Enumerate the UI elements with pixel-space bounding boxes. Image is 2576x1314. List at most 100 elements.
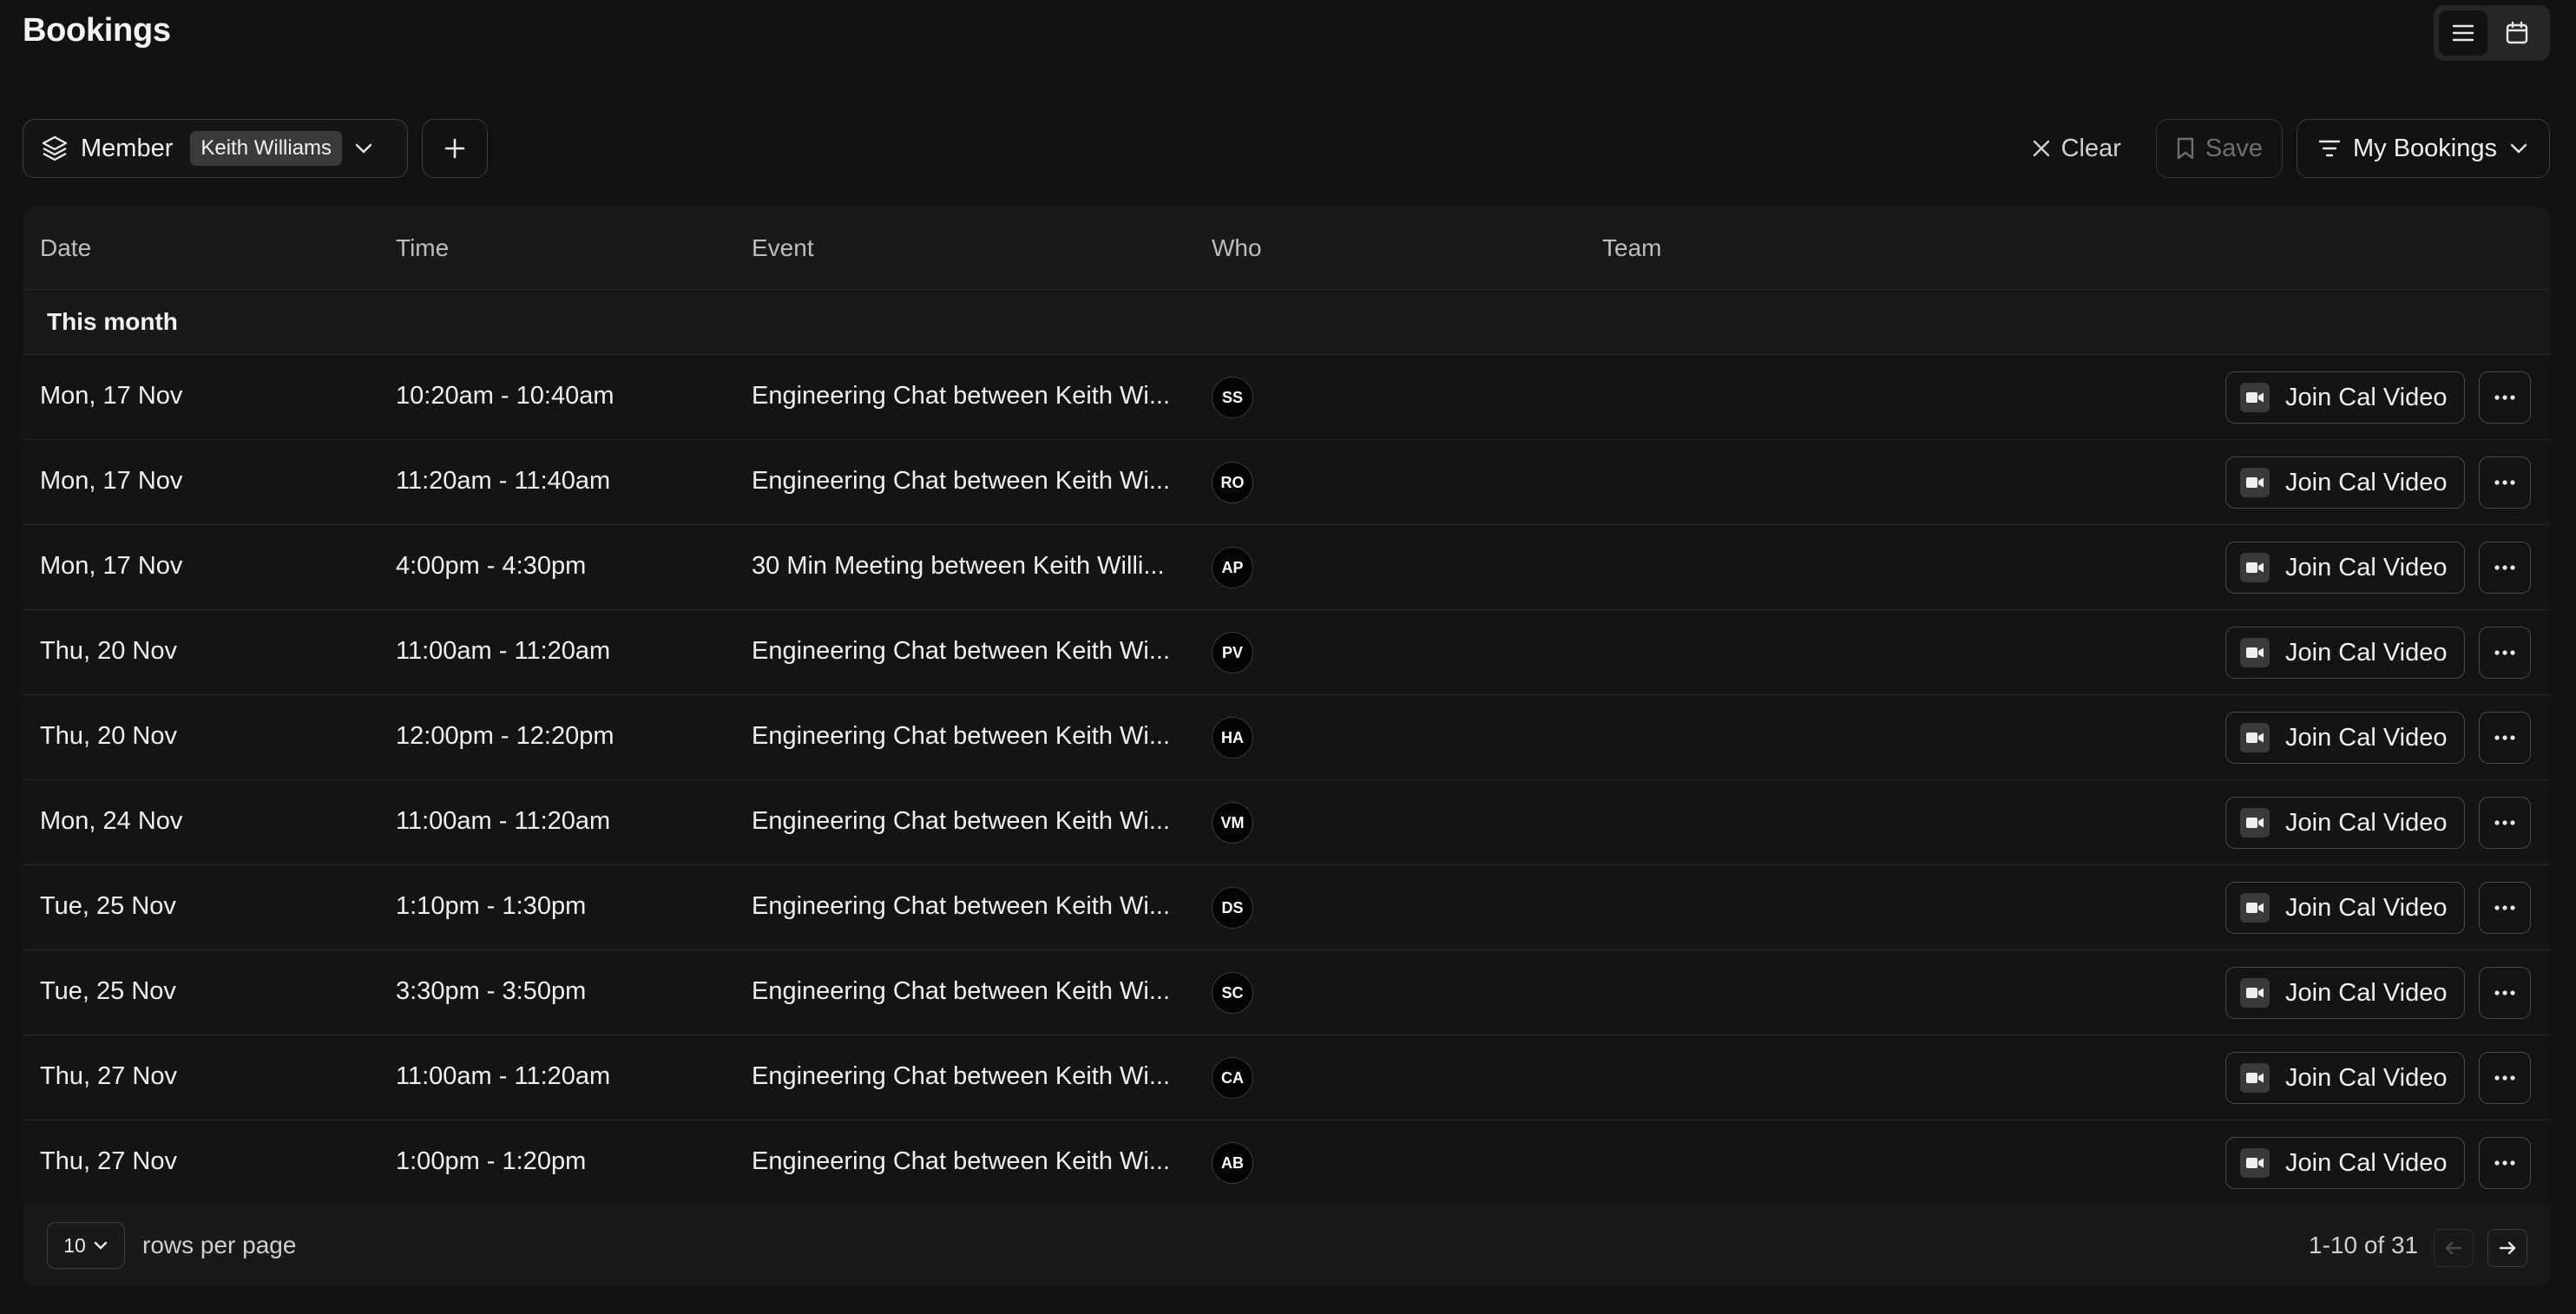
join-cal-video-button[interactable]: Join Cal Video <box>2225 627 2465 679</box>
more-actions-button[interactable] <box>2479 967 2531 1019</box>
clear-button[interactable]: Clear <box>2011 119 2142 178</box>
save-button[interactable]: Save <box>2155 119 2283 178</box>
table-row[interactable]: Mon, 17 Nov 10:20am - 10:40am Engineerin… <box>23 355 2550 440</box>
more-horizontal-icon <box>2494 649 2516 656</box>
more-horizontal-icon <box>2494 564 2516 571</box>
booking-time: 11:00am - 11:20am <box>396 1062 611 1090</box>
table-row[interactable]: Thu, 20 Nov 11:00am - 11:20am Engineerin… <box>23 610 2550 695</box>
video-camera-icon <box>2240 553 2270 582</box>
more-actions-button[interactable] <box>2479 797 2531 849</box>
booking-date: Mon, 17 Nov <box>40 467 183 495</box>
join-cal-video-button[interactable]: Join Cal Video <box>2225 542 2465 594</box>
join-cal-video-button[interactable]: Join Cal Video <box>2225 797 2465 849</box>
page-size-select[interactable]: 10 <box>47 1222 125 1269</box>
next-page-button[interactable] <box>2487 1229 2527 1267</box>
attendee-avatar[interactable]: RO <box>1212 462 1253 503</box>
more-actions-button[interactable] <box>2479 1052 2531 1104</box>
attendee-avatar[interactable]: SC <box>1212 972 1253 1014</box>
table-row[interactable]: Thu, 20 Nov 12:00pm - 12:20pm Engineerin… <box>23 695 2550 780</box>
join-cal-video-button[interactable]: Join Cal Video <box>2225 712 2465 764</box>
more-actions-button[interactable] <box>2479 457 2531 509</box>
table-row[interactable]: Mon, 24 Nov 11:00am - 11:20am Engineerin… <box>23 780 2550 865</box>
attendee-avatar[interactable]: SS <box>1212 377 1253 418</box>
attendee-avatar[interactable]: HA <box>1212 717 1253 759</box>
booking-event[interactable]: Engineering Chat between Keith Wi... <box>752 722 1186 751</box>
filter-bar: Member Keith Williams Clear Save My Book… <box>23 119 2550 180</box>
video-camera-icon <box>2240 893 2270 923</box>
chevron-down-icon <box>354 142 373 154</box>
more-actions-button[interactable] <box>2479 712 2531 764</box>
booking-date: Tue, 25 Nov <box>40 977 176 1005</box>
more-actions-button[interactable] <box>2479 542 2531 594</box>
booking-event[interactable]: Engineering Chat between Keith Wi... <box>752 382 1186 411</box>
my-bookings-dropdown[interactable]: My Bookings <box>2296 119 2550 178</box>
list-view-button[interactable] <box>2439 10 2487 56</box>
table-body: Mon, 17 Nov 10:20am - 10:40am Engineerin… <box>23 355 2550 1206</box>
member-filter-button[interactable]: Member Keith Williams <box>23 119 408 178</box>
filter-icon <box>2318 139 2341 158</box>
attendee-avatar[interactable]: PV <box>1212 632 1253 673</box>
add-filter-button[interactable] <box>422 119 488 178</box>
booking-event[interactable]: Engineering Chat between Keith Wi... <box>752 892 1186 921</box>
calendar-view-button[interactable] <box>2493 10 2541 56</box>
plus-icon <box>444 137 466 160</box>
my-bookings-label: My Bookings <box>2352 134 2497 162</box>
attendee-avatar[interactable]: DS <box>1212 887 1253 929</box>
more-horizontal-icon <box>2494 1074 2516 1081</box>
table-row[interactable]: Tue, 25 Nov 1:10pm - 1:30pm Engineering … <box>23 865 2550 950</box>
column-header-team: Team <box>1602 234 1662 261</box>
booking-event[interactable]: Engineering Chat between Keith Wi... <box>752 807 1186 836</box>
more-actions-button[interactable] <box>2479 882 2531 934</box>
save-label: Save <box>2205 134 2263 162</box>
join-label: Join Cal Video <box>2285 1063 2448 1092</box>
more-actions-button[interactable] <box>2479 1137 2531 1189</box>
attendee-avatar[interactable]: CA <box>1212 1057 1253 1099</box>
more-horizontal-icon <box>2494 819 2516 826</box>
booking-time: 4:00pm - 4:30pm <box>396 552 587 580</box>
table-row[interactable]: Mon, 17 Nov 11:20am - 11:40am Engineerin… <box>23 440 2550 525</box>
booking-event[interactable]: Engineering Chat between Keith Wi... <box>752 467 1186 496</box>
section-label: This month <box>47 308 178 335</box>
booking-event[interactable]: Engineering Chat between Keith Wi... <box>752 1062 1186 1091</box>
more-horizontal-icon <box>2494 479 2516 486</box>
join-label: Join Cal Video <box>2285 553 2448 581</box>
attendee-avatar[interactable]: AP <box>1212 547 1253 588</box>
previous-page-button[interactable] <box>2434 1229 2474 1267</box>
more-actions-button[interactable] <box>2479 627 2531 679</box>
join-label: Join Cal Video <box>2285 638 2448 667</box>
join-label: Join Cal Video <box>2285 723 2448 752</box>
column-header-event: Event <box>752 234 814 261</box>
booking-date: Thu, 20 Nov <box>40 637 177 665</box>
more-horizontal-icon <box>2494 904 2516 911</box>
join-label: Join Cal Video <box>2285 893 2448 922</box>
join-cal-video-button[interactable]: Join Cal Video <box>2225 882 2465 934</box>
join-cal-video-button[interactable]: Join Cal Video <box>2225 371 2465 424</box>
join-cal-video-button[interactable]: Join Cal Video <box>2225 457 2465 509</box>
more-horizontal-icon <box>2494 1160 2516 1166</box>
join-cal-video-button[interactable]: Join Cal Video <box>2225 967 2465 1019</box>
view-toggle <box>2434 5 2550 61</box>
booking-event[interactable]: Engineering Chat between Keith Wi... <box>752 977 1186 1006</box>
table-row[interactable]: Thu, 27 Nov 1:00pm - 1:20pm Engineering … <box>23 1120 2550 1206</box>
more-actions-button[interactable] <box>2479 371 2531 424</box>
list-icon <box>2452 23 2474 43</box>
booking-date: Mon, 24 Nov <box>40 807 183 835</box>
join-cal-video-button[interactable]: Join Cal Video <box>2225 1137 2465 1189</box>
booking-date: Tue, 25 Nov <box>40 892 176 920</box>
video-camera-icon <box>2240 978 2270 1008</box>
booking-event[interactable]: 30 Min Meeting between Keith Willi... <box>752 552 1186 581</box>
booking-time: 11:00am - 11:20am <box>396 637 611 665</box>
video-camera-icon <box>2240 808 2270 838</box>
table-row[interactable]: Tue, 25 Nov 3:30pm - 3:50pm Engineering … <box>23 950 2550 1035</box>
join-cal-video-button[interactable]: Join Cal Video <box>2225 1052 2465 1104</box>
booking-event[interactable]: Engineering Chat between Keith Wi... <box>752 1147 1186 1176</box>
bookmark-icon <box>2176 136 2195 161</box>
attendee-avatar[interactable]: VM <box>1212 802 1253 844</box>
table-row[interactable]: Thu, 27 Nov 11:00am - 11:20am Engineerin… <box>23 1035 2550 1120</box>
rows-per-page-label: rows per page <box>142 1232 297 1258</box>
attendee-avatar[interactable]: AB <box>1212 1142 1253 1184</box>
join-label: Join Cal Video <box>2285 978 2448 1007</box>
booking-event[interactable]: Engineering Chat between Keith Wi... <box>752 637 1186 666</box>
table-row[interactable]: Mon, 17 Nov 4:00pm - 4:30pm 30 Min Meeti… <box>23 525 2550 610</box>
chevron-down-icon <box>2509 142 2528 154</box>
